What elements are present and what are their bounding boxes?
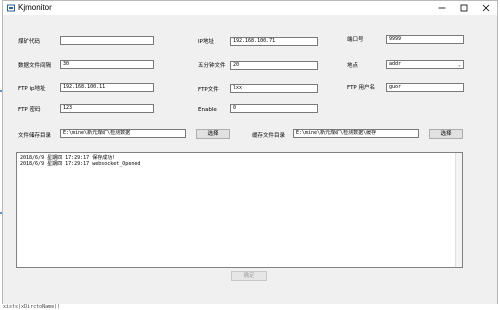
app-icon	[7, 4, 15, 12]
enable-input[interactable]: 0	[230, 104, 318, 113]
ftp-password-label: FTP 密码	[18, 107, 41, 113]
five-min-file-label: 五分钟文件	[198, 63, 226, 69]
interval-label: 数据文件间隔	[18, 63, 52, 69]
ftp-file-input[interactable]: lxx	[230, 84, 318, 93]
five-min-file-input[interactable]: 20	[230, 61, 318, 70]
enable-label: Enable	[198, 107, 217, 113]
close-button[interactable]	[475, 1, 497, 15]
ip-label: IP地址	[198, 39, 214, 45]
title-bar[interactable]: Kjmonitor	[3, 1, 497, 15]
ftp-password-input[interactable]: 123	[60, 104, 154, 113]
port-label: 端口号	[347, 37, 364, 43]
window-title: Kjmonitor	[18, 3, 52, 12]
log-line: 2018/6/9 星期四 17:29:17 websocket_Opened	[20, 161, 141, 167]
ftp-ip-input[interactable]: 192.168.100.11	[60, 83, 154, 92]
interval-input[interactable]: 30	[60, 60, 154, 69]
minimize-icon	[438, 7, 446, 9]
cache-dir-input[interactable]: E:\mine\新元煤矿\检测数据\缓存	[293, 129, 419, 138]
log-scrollbar[interactable]	[455, 153, 462, 267]
mine-code-label: 煤矿代码	[18, 39, 41, 45]
ftp-user-input[interactable]: guor	[386, 83, 464, 92]
cache-select-button[interactable]: 选择	[429, 129, 463, 139]
ftp-user-label: FTP 用户名	[347, 85, 375, 91]
chevron-down-icon: ⌄	[457, 62, 461, 68]
background-code-text: xists(xDirctoName))	[0, 304, 500, 310]
storage-dir-input[interactable]: E:\mine\新元煤矿\检测数据	[60, 129, 186, 138]
location-selected-value: addr	[389, 61, 402, 67]
close-icon	[482, 4, 490, 12]
maximize-button[interactable]	[453, 1, 475, 15]
storage-dir-label: 文件储存目录	[18, 133, 52, 139]
port-input[interactable]: 9999	[386, 35, 464, 44]
minimize-button[interactable]	[431, 1, 453, 15]
log-textarea[interactable]: 2018/6/9 星期四 17:29:17 保存成功! 2018/6/9 星期四…	[16, 152, 463, 268]
confirm-button[interactable]: 确定	[231, 271, 267, 281]
location-label: 地点	[347, 63, 359, 69]
storage-select-button[interactable]: 选择	[196, 129, 230, 139]
ftp-ip-label: FTP ip地址	[18, 86, 46, 92]
mine-code-input[interactable]	[60, 36, 154, 45]
maximize-icon	[460, 4, 468, 12]
location-select[interactable]: addr ⌄	[386, 60, 464, 69]
cache-dir-label: 缓存文件目录	[252, 133, 286, 139]
ftp-file-label: FTP文件	[198, 87, 219, 93]
ip-input[interactable]: 192.168.100.71	[230, 37, 318, 46]
